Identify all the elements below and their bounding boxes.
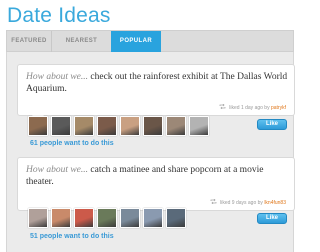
avatar[interactable] — [143, 208, 163, 228]
avatar[interactable] — [120, 208, 140, 228]
idea-lead: How about we... — [26, 72, 89, 82]
idea-meta: liked 1 day ago by patrykf — [219, 103, 286, 111]
avatar[interactable] — [97, 116, 117, 136]
want-count-link[interactable]: 51 people want to do this — [30, 233, 114, 240]
idea-meta-user[interactable]: patrykf — [271, 105, 286, 111]
avatar[interactable] — [51, 208, 71, 228]
avatar[interactable] — [189, 116, 209, 136]
avatar[interactable] — [74, 116, 94, 136]
idea-text: How about we... check out the rainforest… — [26, 71, 288, 95]
avatar[interactable] — [166, 208, 186, 228]
repeat-icon — [210, 198, 217, 206]
idea-meta: liked 9 days ago by lkn4fun83 — [210, 198, 286, 206]
tab-featured[interactable]: FEATURED — [7, 31, 51, 52]
idea-card[interactable]: How about we... check out the rainforest… — [17, 64, 295, 123]
page-title: Date Ideas — [7, 4, 111, 27]
like-button[interactable]: Like — [257, 119, 287, 130]
avatar[interactable] — [97, 208, 117, 228]
tab-bar: FEATURED NEAREST POPULAR — [6, 30, 294, 60]
idea-meta-user[interactable]: lkn4fun83 — [264, 200, 286, 206]
avatar[interactable] — [143, 116, 163, 136]
avatar-row — [28, 208, 186, 228]
avatar[interactable] — [51, 116, 71, 136]
avatar[interactable] — [28, 116, 48, 136]
want-count-link[interactable]: 61 people want to do this — [30, 140, 114, 147]
avatar-row — [28, 116, 209, 136]
idea-lead: How about we... — [26, 165, 89, 175]
repeat-icon — [219, 103, 226, 111]
avatar[interactable] — [120, 116, 140, 136]
idea-meta-text: liked 9 days ago by — [220, 199, 263, 206]
like-button[interactable]: Like — [257, 213, 287, 224]
avatar[interactable] — [28, 208, 48, 228]
idea-card[interactable]: How about we... catch a matinee and shar… — [17, 157, 295, 218]
idea-text: How about we... catch a matinee and shar… — [26, 164, 288, 188]
tab-nearest[interactable]: NEAREST — [51, 31, 111, 52]
avatar[interactable] — [166, 116, 186, 136]
avatar[interactable] — [74, 208, 94, 228]
idea-meta-text: liked 1 day ago by — [229, 104, 270, 111]
